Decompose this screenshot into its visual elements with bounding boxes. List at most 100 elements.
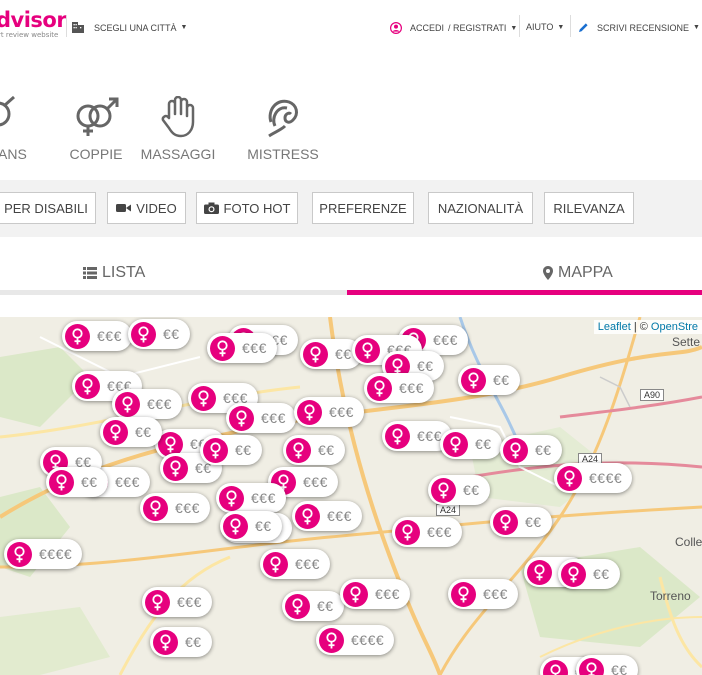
- escort-map-marker[interactable]: €€€: [142, 587, 212, 617]
- price-level: €€€: [427, 524, 452, 540]
- escort-map-marker[interactable]: €€: [558, 559, 620, 589]
- female-icon: [295, 503, 320, 529]
- road-shield: A24: [436, 504, 461, 516]
- escort-map-marker[interactable]: €€: [283, 435, 345, 465]
- price-level: €€: [317, 598, 334, 614]
- escort-map-marker[interactable]: €€€€: [316, 625, 395, 655]
- price-level: €€: [135, 424, 152, 440]
- escort-map-marker[interactable]: €€: [428, 475, 490, 505]
- escort-map-marker[interactable]: €€: [150, 627, 212, 657]
- filter-hot-photo-button[interactable]: FOTO HOT: [196, 192, 298, 224]
- category-label: MASSAGGI: [140, 146, 216, 162]
- price-level: €€: [318, 442, 335, 458]
- road-shield: A90: [640, 389, 665, 401]
- price-level: €€: [593, 566, 610, 582]
- price-level: €€: [493, 372, 510, 388]
- escort-map-marker[interactable]: €€€: [207, 333, 277, 363]
- price-level: €€€: [295, 556, 320, 572]
- login-link[interactable]: ACCEDI: [410, 23, 444, 33]
- write-review-menu[interactable]: SCRIVI RECENSIONE ▼: [578, 22, 700, 33]
- price-level: €€€: [242, 340, 267, 356]
- category-coppie[interactable]: COPPIE: [56, 96, 136, 162]
- filter-label: FOTO HOT: [223, 200, 291, 216]
- female-icon: [385, 423, 410, 449]
- help-menu[interactable]: AIUTO ▼: [526, 22, 564, 32]
- filter-preferences-button[interactable]: PREFERENZE: [312, 192, 414, 224]
- category-label: COPPIE: [69, 146, 123, 162]
- tab-list[interactable]: LISTA: [83, 264, 145, 282]
- building-icon: [72, 22, 84, 33]
- filter-disabled-button[interactable]: PER DISABILI: [0, 192, 96, 224]
- place-label: Colle: [675, 535, 702, 549]
- site-logo[interactable]: dvisor: [0, 10, 67, 31]
- user-icon: [390, 22, 402, 34]
- escort-map-marker[interactable]: €€€: [448, 579, 518, 609]
- escort-map-marker[interactable]: €€€: [292, 501, 362, 531]
- divider: [570, 15, 571, 37]
- escort-map-marker[interactable]: €€: [100, 417, 162, 447]
- tab-map[interactable]: MAPPA: [543, 264, 613, 282]
- site-logo-tagline: rt review website: [0, 31, 59, 39]
- escort-map-marker[interactable]: €€: [500, 435, 562, 465]
- category-label: ANS: [0, 146, 27, 162]
- escort-map-marker[interactable]: €€€: [62, 321, 132, 351]
- escort-map-marker[interactable]: €€€: [294, 397, 364, 427]
- chevron-down-icon: ▼: [693, 24, 700, 31]
- openstreetmap-link[interactable]: OpenStre: [651, 321, 698, 333]
- escort-map-marker[interactable]: €€€€: [4, 539, 83, 569]
- escort-map-marker[interactable]: €€: [282, 591, 344, 621]
- female-icon: [7, 541, 32, 567]
- price-level: €€€: [329, 404, 354, 420]
- escort-map-marker[interactable]: €€: [220, 511, 282, 541]
- category-mistress[interactable]: MISTRESS: [242, 96, 324, 162]
- female-icon: [263, 551, 288, 577]
- filter-video-button[interactable]: VIDEO: [107, 192, 186, 224]
- trans-icon: [0, 96, 15, 127]
- price-level: €€€: [177, 594, 202, 610]
- female-icon: [451, 581, 476, 607]
- escort-map-marker[interactable]: €€€: [216, 483, 286, 513]
- escort-map-marker[interactable]: €€€: [340, 579, 410, 609]
- female-icon: [303, 341, 328, 367]
- price-level: €€€: [115, 474, 140, 490]
- escort-map-marker[interactable]: €€€: [364, 373, 434, 403]
- escort-map-marker[interactable]: €€: [490, 507, 552, 537]
- price-level: €€: [235, 442, 252, 458]
- filter-label: VIDEO: [136, 200, 177, 216]
- escort-map-marker[interactable]: €€€: [260, 549, 330, 579]
- price-level: €€: [535, 442, 552, 458]
- filter-label: PREFERENZE: [319, 200, 407, 216]
- map-view[interactable]: Leaflet | © OpenStre Sette Colle Torreno…: [0, 317, 702, 675]
- escort-map-marker[interactable]: €€: [440, 429, 502, 459]
- female-icon: [219, 485, 244, 511]
- escort-map-marker[interactable]: €€: [46, 467, 108, 497]
- filter-label: PER DISABILI: [4, 200, 88, 216]
- female-icon: [145, 589, 170, 615]
- filter-relevance-button[interactable]: RILEVANZA: [544, 192, 634, 224]
- city-select[interactable]: SCEGLI UNA CITTÀ ▼: [72, 22, 187, 33]
- price-level: €€: [185, 634, 202, 650]
- filter-nationality-button[interactable]: NAZIONALITÀ: [428, 192, 533, 224]
- female-icon: [503, 437, 528, 463]
- female-icon: [579, 657, 604, 675]
- escort-map-marker[interactable]: €€€: [392, 517, 462, 547]
- escort-map-marker[interactable]: €€€: [140, 493, 210, 523]
- female-icon: [203, 437, 228, 463]
- category-massaggi[interactable]: MASSAGGI: [137, 96, 219, 162]
- login-register-menu[interactable]: ACCEDI / REGISTRATI ▼: [390, 22, 517, 34]
- escort-map-marker[interactable]: €€€€: [554, 463, 633, 493]
- escort-map-marker[interactable]: €€: [200, 435, 262, 465]
- female-icon: [163, 455, 188, 481]
- escort-map-marker[interactable]: €€€: [226, 403, 296, 433]
- tab-map-underline: [347, 290, 702, 295]
- escort-map-marker[interactable]: €€: [128, 319, 190, 349]
- register-link[interactable]: / REGISTRATI: [448, 23, 506, 33]
- escort-map-marker[interactable]: €€: [576, 655, 638, 675]
- filter-bar: PER DISABILI VIDEO FOTO HOT PREFERENZE N…: [0, 180, 702, 237]
- leaflet-link[interactable]: Leaflet: [598, 321, 631, 333]
- price-level: €€: [475, 436, 492, 452]
- escort-map-marker[interactable]: €€€: [112, 389, 182, 419]
- escort-map-marker[interactable]: €€: [458, 365, 520, 395]
- female-icon: [527, 559, 552, 585]
- price-level: €€€: [433, 332, 458, 348]
